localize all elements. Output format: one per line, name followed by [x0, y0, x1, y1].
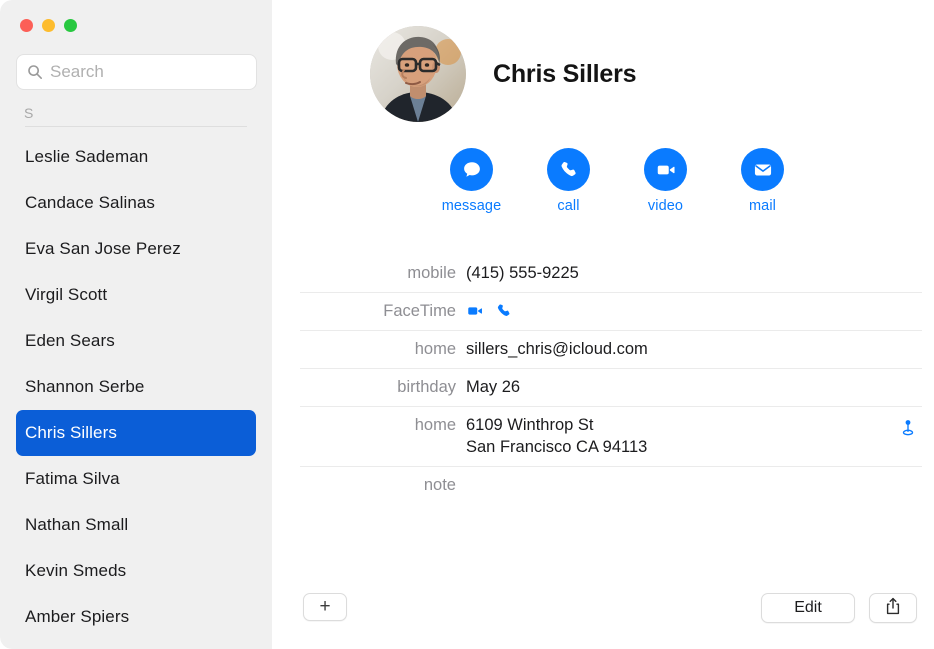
field-row-home[interactable]: home6109 Winthrop St San Francisco CA 941… — [300, 407, 922, 467]
contact-list-item[interactable]: Nathan Small — [16, 502, 256, 548]
contact-list-item[interactable]: Kevin Smeds — [16, 548, 256, 594]
field-label-home: home — [300, 414, 466, 436]
bottom-toolbar: + Edit — [272, 579, 934, 649]
field-value-address: 6109 Winthrop St San Francisco CA 94113 — [466, 414, 922, 458]
contact-list-item[interactable]: Eden Sears — [16, 318, 256, 364]
sidebar: S Leslie Sademan Candace Salinas Eva San J… — [0, 0, 272, 649]
field-label-note: note — [300, 474, 466, 496]
quick-actions: message call video mail — [423, 148, 811, 214]
share-button[interactable] — [869, 593, 917, 623]
contact-list-item-label: Candace Salinas — [25, 193, 155, 213]
field-row-mobile[interactable]: mobile(415) 555-9225 — [300, 255, 922, 293]
contact-list-item-label: Eva San Jose Perez — [25, 239, 181, 259]
window-controls — [20, 19, 77, 32]
map-pin-icon[interactable] — [898, 418, 918, 438]
close-window-button[interactable] — [20, 19, 33, 32]
contact-list-item-label: Kevin Smeds — [25, 561, 126, 581]
contact-list-item[interactable]: Shannon Serbe — [16, 364, 256, 410]
mail-action-button[interactable]: mail — [714, 148, 811, 214]
share-icon — [885, 597, 901, 620]
field-row-home[interactable]: homesillers_chris@icloud.com — [300, 331, 922, 369]
call-action-button[interactable]: call — [520, 148, 617, 214]
phone-icon[interactable] — [495, 302, 513, 320]
field-value-birthday: May 26 — [466, 376, 922, 398]
contact-detail-pane: Chris Sillers message call video mail mobil… — [272, 0, 934, 649]
edit-button-label: Edit — [794, 599, 822, 617]
field-row-facetime[interactable]: FaceTime — [300, 293, 922, 331]
mail-action-label: mail — [749, 198, 776, 214]
field-label-mobile: mobile — [300, 262, 466, 284]
contact-list-item[interactable]: Fatima Silva — [16, 456, 256, 502]
video-action-label: video — [648, 198, 683, 214]
video-action-button[interactable]: video — [617, 148, 714, 214]
address-line-1: 6109 Winthrop St — [466, 416, 594, 434]
search-icon — [27, 64, 43, 80]
contact-list[interactable]: Leslie Sademan Candace Salinas Eva San Jos… — [0, 134, 272, 649]
avatar[interactable] — [370, 26, 466, 122]
contact-header: Chris Sillers — [370, 26, 636, 122]
contact-list-item-label: Chris Sillers — [25, 423, 117, 443]
contact-fields: mobile(415) 555-9225FaceTimehomesillers_… — [300, 255, 922, 504]
minimize-window-button[interactable] — [42, 19, 55, 32]
add-contact-button[interactable]: + — [303, 593, 347, 621]
plus-icon: + — [319, 597, 330, 616]
phone-icon — [547, 148, 590, 191]
search-field[interactable] — [16, 54, 257, 90]
envelope-icon — [741, 148, 784, 191]
contacts-window: S Leslie Sademan Candace Salinas Eva San J… — [0, 0, 934, 649]
contact-list-item[interactable]: Candace Salinas — [16, 180, 256, 226]
message-action-label: message — [442, 198, 502, 214]
contact-list-item-label: Virgil Scott — [25, 285, 107, 305]
contact-list-item-label: Amber Spiers — [25, 607, 129, 627]
contact-name: Chris Sillers — [493, 60, 636, 89]
field-value-mobile: (415) 555-9225 — [466, 262, 922, 284]
section-header-s: S — [24, 105, 34, 121]
field-label-facetime: FaceTime — [300, 300, 466, 322]
field-label-birthday: birthday — [300, 376, 466, 398]
contact-list-item[interactable]: Eva San Jose Perez — [16, 226, 256, 272]
video-camera-icon — [644, 148, 687, 191]
facetime-icons — [466, 300, 922, 322]
contact-list-item-label: Eden Sears — [25, 331, 115, 351]
message-action-button[interactable]: message — [423, 148, 520, 214]
search-input[interactable] — [50, 62, 240, 82]
contact-list-item-label: Leslie Sademan — [25, 147, 148, 167]
field-value-home: sillers_chris@icloud.com — [466, 338, 922, 360]
contact-list-item[interactable]: Leslie Sademan — [16, 134, 256, 180]
call-action-label: call — [557, 198, 579, 214]
field-row-birthday[interactable]: birthdayMay 26 — [300, 369, 922, 407]
contact-list-item-label: Nathan Small — [25, 515, 128, 535]
edit-button[interactable]: Edit — [761, 593, 855, 623]
contact-list-item[interactable]: Virgil Scott — [16, 272, 256, 318]
contact-list-item-label: Fatima Silva — [25, 469, 120, 489]
field-label-home: home — [300, 338, 466, 360]
address-line-2: San Francisco CA 94113 — [466, 436, 922, 458]
contact-list-item-selected[interactable]: Chris Sillers — [16, 410, 256, 456]
section-divider — [25, 126, 247, 127]
video-camera-icon[interactable] — [466, 302, 484, 320]
field-row-note[interactable]: note — [300, 467, 922, 504]
message-bubble-icon — [450, 148, 493, 191]
contact-list-item[interactable]: Amber Spiers — [16, 594, 256, 640]
maximize-window-button[interactable] — [64, 19, 77, 32]
contact-list-item-label: Shannon Serbe — [25, 377, 144, 397]
